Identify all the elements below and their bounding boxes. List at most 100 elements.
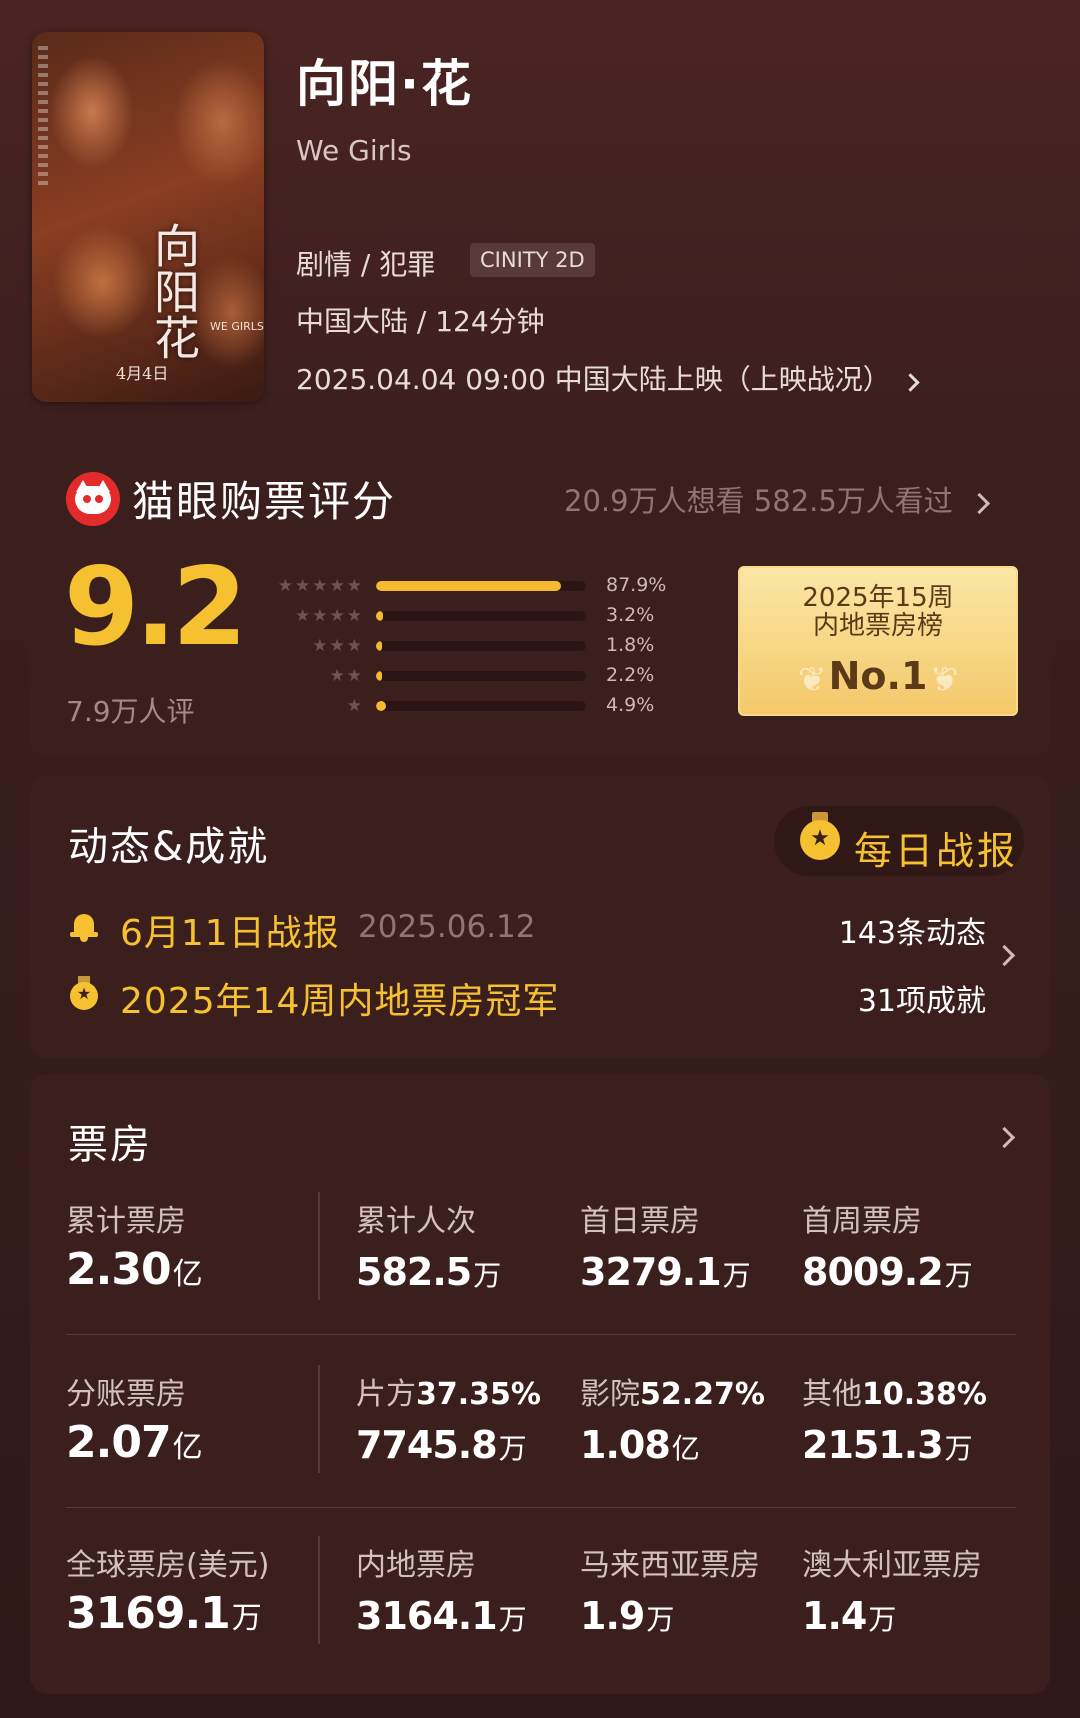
box-office-unit: 亿	[172, 1257, 203, 1292]
box-office-value: 3169.1万	[66, 1588, 262, 1639]
row-divider	[66, 1334, 1016, 1335]
box-office-label: 澳大利亚票房	[802, 1548, 982, 1583]
rank-list-name: 内地票房榜	[812, 611, 943, 641]
box-office-value: 1.9万	[580, 1594, 675, 1638]
rating-percent: 87.9%	[606, 574, 667, 596]
box-office-unit: 万	[231, 1601, 262, 1636]
box-office-unit: 万	[646, 1603, 675, 1636]
chevron-right-icon	[968, 492, 991, 515]
star-rating-icons: ★★★	[312, 636, 364, 656]
rating-bar-track	[376, 611, 586, 621]
daily-report-label: 每日战报	[854, 829, 1019, 873]
rating-bar-track	[376, 581, 586, 591]
box-office-label: 首日票房	[580, 1204, 700, 1239]
box-office-label: 分账票房	[66, 1377, 186, 1412]
box-office-label: 其他10.38%	[802, 1377, 987, 1412]
maoyan-logo-icon	[66, 472, 120, 526]
box-office-label: 全球票房(美元)	[66, 1548, 270, 1583]
achievement-count: 31项成就	[857, 984, 986, 1019]
rating-percent: 2.2%	[606, 664, 655, 686]
rating-meta-link[interactable]: 20.9万人想看 582.5万人看过	[564, 478, 991, 520]
box-office-value: 2.07亿	[66, 1417, 203, 1468]
rating-percent: 1.8%	[606, 634, 655, 656]
box-office-value: 2151.3万	[802, 1423, 973, 1467]
movie-poster[interactable]: 向阳花 WE GIRLS 4月4日	[32, 32, 264, 402]
report-date: 2025.06.12	[358, 909, 536, 945]
chevron-right-icon	[901, 373, 920, 392]
movie-region-duration: 中国大陆 / 124分钟	[296, 305, 545, 338]
box-office-unit: 万	[944, 1432, 973, 1465]
column-divider	[318, 1192, 320, 1300]
box-office-value: 1.08亿	[580, 1423, 700, 1467]
box-office-share: 10.38%	[862, 1377, 987, 1412]
rating-card: 猫眼购票评分 20.9万人想看 582.5万人看过 9.2 7.9万人评 ★★★…	[30, 434, 1050, 758]
box-office-unit: 万	[868, 1603, 897, 1636]
rating-bar-track	[376, 641, 586, 651]
rank-position: No.1	[828, 654, 928, 698]
star-rating-icons: ★★★★	[295, 606, 364, 626]
rating-bar-fill	[376, 581, 561, 591]
movie-english-title: We Girls	[296, 134, 412, 167]
star-rating-icons: ★★★★★	[277, 576, 364, 596]
achievement-medal-icon	[70, 976, 98, 1010]
box-office-value: 1.4万	[802, 1594, 897, 1638]
star-rating-icons: ★	[346, 696, 364, 716]
dynamics-title: 动态&成就	[68, 824, 270, 870]
row-divider	[66, 1507, 1016, 1508]
box-office-label: 片方37.35%	[356, 1377, 541, 1412]
box-office-value: 3164.1万	[356, 1594, 527, 1638]
medal-icon	[800, 820, 840, 860]
report-title: 6月11日战报	[120, 913, 340, 954]
box-office-unit: 亿	[671, 1432, 700, 1465]
poster-credit-strip	[38, 46, 48, 186]
box-office-label: 累计人次	[356, 1204, 476, 1239]
box-office-unit: 万	[722, 1259, 751, 1292]
rating-percent: 3.2%	[606, 604, 655, 626]
rating-bar-fill	[376, 611, 383, 621]
rating-meta-text: 20.9万人想看 582.5万人看过	[564, 484, 953, 518]
poster-title: 向阳花	[147, 222, 201, 360]
star-rating-icons: ★★	[329, 666, 364, 686]
dynamics-count: 143条动态	[838, 916, 986, 951]
rating-bar-fill	[376, 701, 387, 711]
daily-report-button[interactable]: 每日战报	[774, 806, 1024, 876]
box-office-value: 582.5万	[356, 1250, 502, 1294]
release-info-text: 2025.04.04 09:00 中国大陆上映（上映战况）	[296, 363, 891, 396]
column-divider	[318, 1365, 320, 1473]
rating-bar-fill	[376, 641, 383, 651]
poster-english-title: WE GIRLS	[210, 320, 264, 333]
box-office-unit: 万	[498, 1603, 527, 1636]
rating-count: 7.9万人评	[66, 695, 195, 728]
box-office-value: 2.30亿	[66, 1244, 203, 1295]
box-office-share: 52.27%	[640, 1377, 765, 1412]
box-office-unit: 亿	[172, 1430, 203, 1465]
chevron-right-icon	[993, 944, 1016, 967]
rank-badge[interactable]: 2025年15周 内地票房榜 ❦ No.1 ❦	[738, 566, 1018, 716]
rating-score: 9.2	[64, 545, 247, 670]
bell-icon	[70, 912, 98, 942]
box-office-value: 8009.2万	[802, 1250, 973, 1294]
box-office-label: 内地票房	[356, 1548, 476, 1583]
movie-genre: 剧情 / 犯罪	[296, 248, 436, 281]
format-tag: CINITY 2D	[470, 243, 595, 277]
box-office-label: 首周票房	[802, 1204, 922, 1239]
laurel-right-icon: ❦	[929, 660, 959, 700]
rating-bar-fill	[376, 671, 383, 681]
release-info-link[interactable]: 2025.04.04 09:00 中国大陆上映（上映战况）	[296, 358, 920, 398]
rank-week: 2025年15周	[802, 583, 954, 613]
rating-title: 猫眼购票评分	[132, 477, 397, 526]
dynamics-card[interactable]: 动态&成就 每日战报 6月11日战报 2025.06.12 143条动态 202…	[30, 776, 1050, 1058]
box-office-unit: 万	[944, 1259, 973, 1292]
chevron-right-icon	[993, 1126, 1016, 1149]
achievement-title: 2025年14周内地票房冠军	[120, 981, 560, 1022]
rating-percent: 4.9%	[606, 694, 655, 716]
box-office-unit: 万	[498, 1432, 527, 1465]
box-office-title: 票房	[68, 1122, 152, 1168]
box-office-label: 累计票房	[66, 1204, 186, 1239]
box-office-value: 3279.1万	[580, 1250, 751, 1294]
box-office-value: 7745.8万	[356, 1423, 527, 1467]
box-office-card[interactable]: 票房 累计票房 2.30亿 累计人次 582.5万 首日票房 3279.1万 首周票房 800…	[30, 1074, 1050, 1694]
box-office-share: 37.35%	[416, 1377, 541, 1412]
poster-date: 4月4日	[116, 364, 169, 383]
box-office-label: 影院52.27%	[580, 1377, 765, 1412]
